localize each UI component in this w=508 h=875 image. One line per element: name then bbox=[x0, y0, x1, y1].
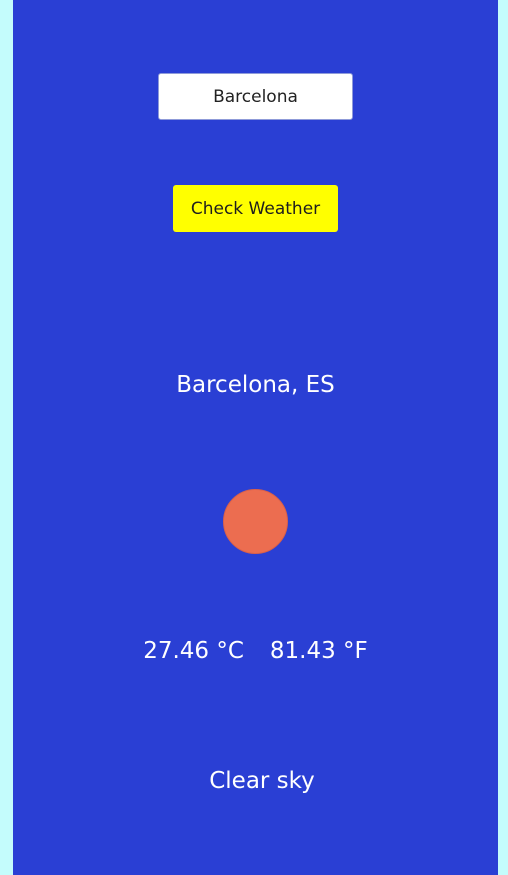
weather-description: Clear sky bbox=[209, 768, 315, 794]
sun-icon bbox=[223, 489, 288, 554]
check-weather-button[interactable]: Check Weather bbox=[173, 185, 338, 232]
temperature-celsius: 27.46 °C bbox=[143, 638, 244, 664]
temperature-fahrenheit: 81.43 °F bbox=[269, 638, 368, 664]
location-label: Barcelona, ES bbox=[176, 372, 335, 398]
weather-app: Check Weather Barcelona, ES 27.46 °C 81.4… bbox=[13, 0, 498, 875]
city-input[interactable] bbox=[158, 73, 353, 120]
temperature-row: 27.46 °C 81.43 °F bbox=[13, 638, 498, 664]
